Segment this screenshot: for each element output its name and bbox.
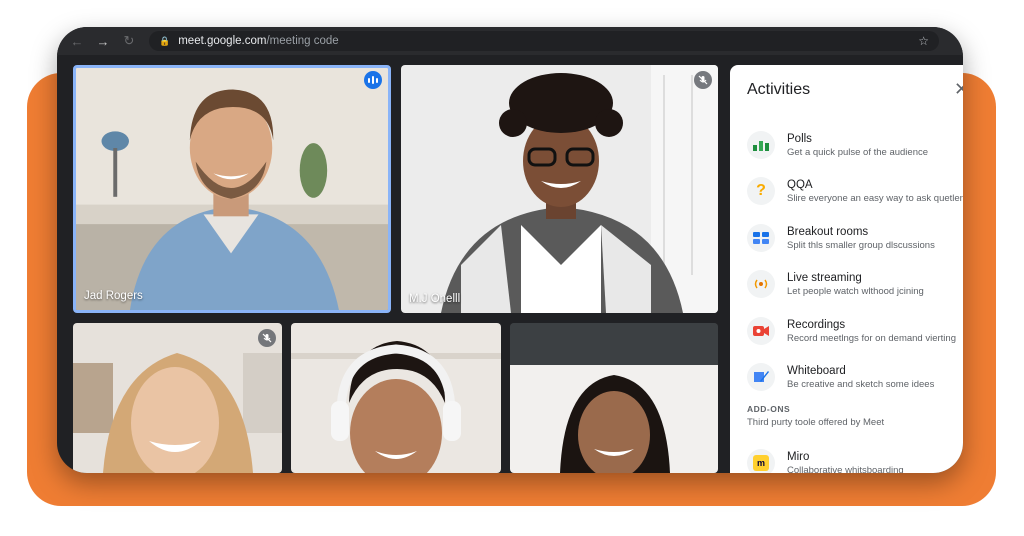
browser-window: ← → ↻ 🔒 meet.google.com/meeting code ☆ J…: [57, 27, 963, 473]
address-bar[interactable]: 🔒 meet.google.com/meeting code ☆: [149, 31, 939, 51]
url-host: meet.google.com: [178, 35, 267, 47]
activity-label: Recordings: [787, 318, 846, 331]
browser-toolbar: ← → ↻ 🔒 meet.google.com/meeting code ☆: [57, 27, 963, 55]
breakout-rooms-icon: [747, 224, 775, 252]
activity-label: Polls: [787, 132, 812, 145]
close-icon[interactable]: ✕: [954, 79, 963, 100]
url-path: /meeting code: [266, 35, 339, 47]
activity-description: Collaborative whitsboarding: [787, 464, 904, 474]
activity-label: Whiteboard: [787, 364, 846, 377]
lock-icon: 🔒: [159, 35, 171, 46]
activity-label: Live streaming: [787, 271, 862, 284]
participant-name: M.J Onelll: [409, 293, 461, 305]
speaking-indicator-icon: [364, 71, 382, 89]
mic-off-icon: [258, 329, 276, 347]
activities-panel: Activities ✕ Polls Get a quick pulse of …: [730, 65, 963, 473]
live-streaming-icon: [747, 270, 775, 298]
addons-description: Third purty toole offered by Meet: [747, 417, 885, 428]
activity-label: Miro: [787, 450, 810, 463]
participant-video: [73, 323, 282, 473]
participant-tile[interactable]: [291, 323, 501, 473]
polls-icon: [747, 131, 775, 159]
participant-tile[interactable]: [510, 323, 718, 473]
participant-name: Jad Rogers: [84, 290, 143, 302]
recording-icon: [747, 317, 775, 345]
addons-heading: ADD-ONS: [747, 404, 791, 414]
activity-item-whiteboard[interactable]: Whiteboard Be creative and sketch some i…: [747, 357, 963, 397]
activity-item-polls[interactable]: Polls Get a quick pulse of the audience: [747, 125, 963, 165]
activity-description: Get a quick pulse of the audience: [787, 146, 929, 158]
activity-item-breakout-rooms[interactable]: Breakout rooms Split thls smaller group …: [747, 218, 963, 258]
activity-description: Be creative and sketch some idees: [787, 378, 935, 390]
forward-arrow-icon[interactable]: →: [91, 29, 115, 53]
activity-label: QQA: [787, 178, 813, 191]
activity-item-qa[interactable]: ? QQA Slire everyone an easy way to ask …: [747, 171, 963, 211]
activity-description: Let people watch wlthood jcining: [787, 285, 924, 297]
activity-item-recordings[interactable]: Recordings Record meetlngs for on demand…: [747, 311, 963, 351]
activity-description: Slire everyone an easy way to ask quetle…: [787, 192, 963, 204]
participant-tile[interactable]: [73, 323, 282, 473]
activity-label: Breakout rooms: [787, 225, 869, 238]
back-arrow-icon[interactable]: ←: [65, 29, 89, 53]
reload-icon[interactable]: ↻: [117, 29, 141, 53]
mic-off-icon: [694, 71, 712, 89]
activity-description: Record meetlngs for on demand vierting: [787, 332, 956, 344]
addon-item-miro[interactable]: m Miro Collaborative whitsboarding: [747, 443, 963, 473]
participant-tile[interactable]: Jad Rogers: [73, 65, 391, 313]
participant-video: [291, 323, 501, 473]
participant-video: [76, 68, 388, 310]
participant-tile[interactable]: M.J Onelll: [401, 65, 718, 313]
panel-title: Activities: [747, 81, 811, 98]
activity-item-live-streaming[interactable]: Live streaming Let people watch wlthood …: [747, 264, 963, 304]
question-icon: ?: [747, 177, 775, 205]
whiteboard-icon: [747, 363, 775, 391]
activity-description: Split thls smaller group dlscussions: [787, 239, 935, 251]
participant-video: [401, 65, 718, 313]
participant-video: [510, 323, 718, 473]
video-grid: Jad Rogers M.J Onelll: [57, 55, 730, 473]
bookmark-star-icon[interactable]: ☆: [918, 34, 929, 48]
miro-icon: m: [747, 449, 775, 473]
